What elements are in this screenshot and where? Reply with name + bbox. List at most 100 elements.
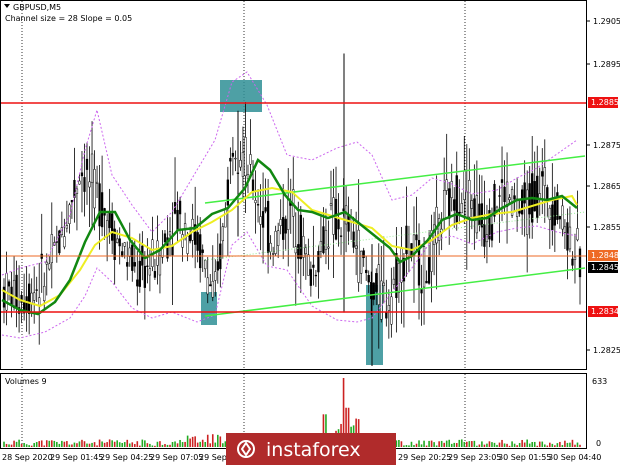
- candle-body: [578, 248, 582, 278]
- candle-body: [302, 236, 305, 258]
- time-label: 29 Sep 23:05: [448, 453, 501, 462]
- volume-bar: [191, 436, 194, 447]
- price-tag-resistance: 1.2885: [588, 97, 619, 108]
- volume-bar: [15, 441, 18, 447]
- candle-body: [299, 214, 302, 260]
- candle-body: [354, 245, 358, 249]
- volume-bar: [471, 441, 473, 447]
- candle-body: [136, 279, 139, 287]
- candle-body: [360, 250, 363, 274]
- volume-bar: [561, 445, 564, 447]
- svg-text:1.2845: 1.2845: [591, 263, 619, 272]
- volume-bar: [78, 441, 81, 447]
- candle-body: [131, 244, 134, 271]
- candle-body: [254, 200, 257, 204]
- candle-body: [319, 241, 323, 252]
- candle-body: [304, 247, 307, 255]
- volume-bar: [128, 443, 131, 447]
- volume-bar: [123, 442, 126, 447]
- volume-bar: [458, 439, 461, 447]
- volume-bar: [473, 440, 476, 447]
- volume-bar: [83, 441, 86, 447]
- candle-body: [324, 229, 328, 250]
- instaforex-watermark: instaforex: [226, 433, 396, 465]
- chart-window: GBPUSD,M5 Channel size = 28 Slope = 0.05…: [0, 0, 620, 465]
- price-tag-support: 1.2834: [588, 306, 619, 317]
- volume-bar: [171, 441, 174, 447]
- candle-body: [146, 265, 149, 267]
- candle-body: [513, 195, 516, 200]
- time-label: 30 Sep 04:40: [548, 453, 601, 462]
- candle-body: [571, 258, 574, 266]
- candle-body: [266, 200, 270, 254]
- candle-body: [443, 190, 446, 220]
- volume-bar: [486, 443, 488, 447]
- volume-bar: [136, 441, 139, 447]
- volume-bar: [35, 442, 38, 447]
- candle-body: [503, 186, 506, 203]
- candle-body: [553, 198, 556, 226]
- candle-body: [196, 232, 199, 251]
- candle-body: [191, 218, 194, 241]
- candle-body: [25, 296, 28, 312]
- candle-body: [294, 246, 297, 254]
- volume-bar: [156, 441, 159, 447]
- volume-bar: [194, 436, 196, 447]
- candle-body: [181, 234, 184, 248]
- volume-bar: [45, 440, 48, 447]
- volume-bar: [206, 434, 209, 447]
- candle-body: [148, 268, 152, 276]
- volume-bar: [181, 442, 184, 447]
- volume-bar: [400, 441, 403, 447]
- candle-body: [312, 264, 315, 268]
- volume-bar: [423, 440, 425, 447]
- volume-bar: [13, 440, 15, 447]
- volume-bar: [556, 443, 559, 447]
- volume-bar: [33, 443, 35, 447]
- volume-bar: [48, 440, 51, 447]
- candle-body: [153, 271, 157, 278]
- candle-body: [259, 216, 262, 225]
- price-tick: 1.2905: [593, 17, 620, 26]
- candle-body: [307, 254, 310, 276]
- volume-bar: [518, 442, 521, 447]
- candle-body: [244, 137, 247, 176]
- indicator-label: Channel size = 28 Slope = 0.05: [5, 14, 132, 23]
- volume-bar: [146, 443, 149, 447]
- candle-body: [568, 226, 572, 250]
- volume-bar: [448, 439, 451, 447]
- candle-body: [327, 246, 330, 249]
- candle-body: [88, 181, 91, 188]
- volume-bar: [86, 443, 88, 447]
- volume-bar: [118, 442, 121, 447]
- volume-bar: [546, 445, 549, 447]
- candle-body: [256, 204, 260, 206]
- candle-body: [186, 235, 189, 254]
- volume-bar: [214, 442, 217, 447]
- volume-bar: [531, 442, 534, 447]
- volume-bar: [528, 443, 531, 447]
- candle-body: [12, 279, 16, 308]
- candle-body: [249, 154, 252, 165]
- candle-body: [329, 203, 333, 206]
- candle-body: [420, 289, 423, 294]
- volume-bar: [549, 442, 551, 447]
- candle-body: [377, 264, 380, 306]
- highlight-box-resistance: [220, 80, 262, 112]
- volume-bar: [506, 443, 508, 447]
- volume-bar: [403, 445, 405, 447]
- volume-bar: [25, 444, 28, 447]
- volume-bar: [184, 441, 186, 447]
- time-label: 29 Sep 01:45: [50, 453, 103, 462]
- candle-body: [239, 159, 242, 168]
- volume-bar: [543, 444, 546, 447]
- volume-bar: [161, 444, 164, 447]
- candle-body: [508, 197, 511, 201]
- candle-body: [546, 187, 549, 200]
- candle-body: [475, 195, 479, 234]
- candle-body: [367, 275, 370, 283]
- volume-bar: [121, 442, 124, 447]
- candle-body: [548, 207, 551, 220]
- svg-text:1.2848: 1.2848: [591, 251, 619, 260]
- volume-bar: [144, 440, 146, 447]
